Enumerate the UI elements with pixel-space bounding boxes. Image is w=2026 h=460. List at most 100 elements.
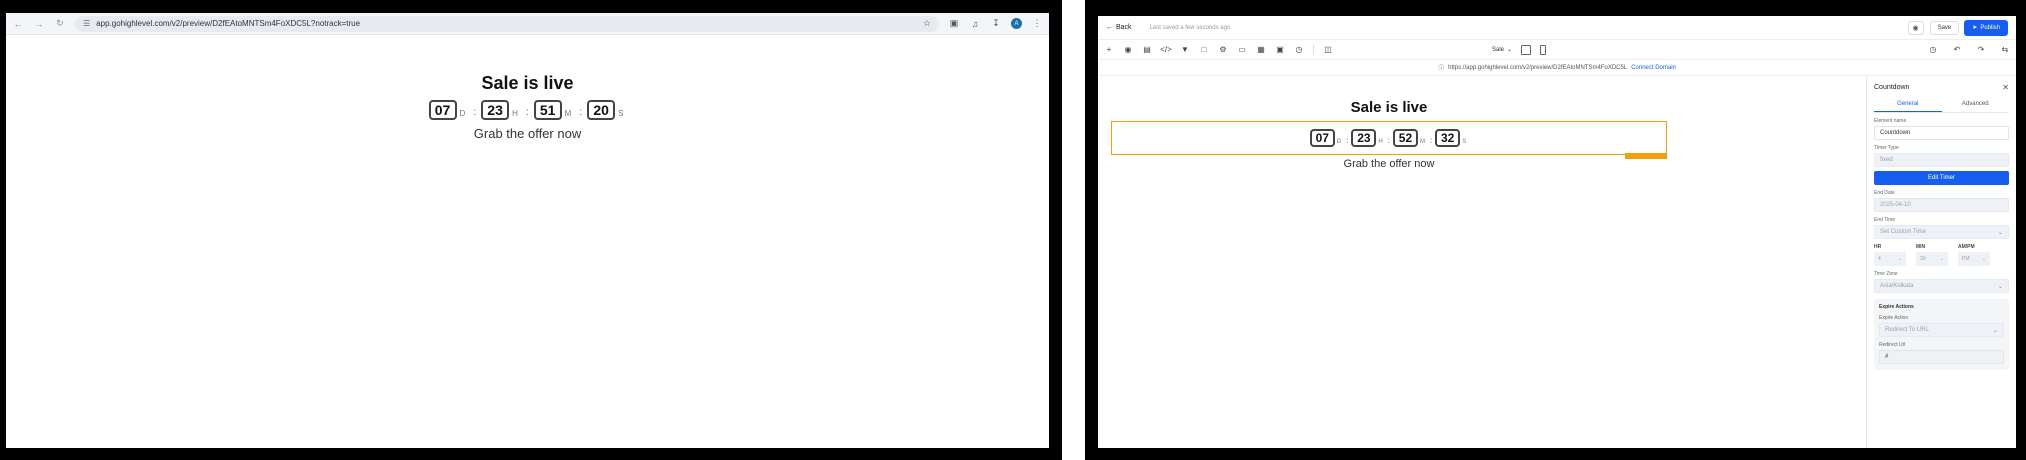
history-icon[interactable]: ◷	[1294, 45, 1304, 55]
countdown-timer: 07 D : 23 H : 51 M : 20 S	[6, 100, 1049, 120]
settings-icon[interactable]: ⚙	[1218, 45, 1228, 55]
expire-actions-section: Expire Actions Expire Action Redirect To…	[1874, 299, 2009, 370]
timer-days: 07	[1309, 129, 1335, 147]
expire-action-label: Expire Action	[1879, 315, 1909, 321]
ampm-value: PM	[1962, 256, 1970, 262]
back-arrow-icon[interactable]: ←	[12, 18, 24, 30]
end-date-field[interactable]: 2025-04-10	[1874, 198, 2009, 212]
bookmark-star-icon[interactable]: ☆	[923, 18, 931, 29]
panel-title: Countdown	[1874, 83, 1910, 91]
timer-type-select[interactable]: fixed	[1874, 153, 2009, 167]
chevron-down-icon: ⌄	[1997, 283, 2003, 290]
download-icon[interactable]: ↧	[990, 18, 1002, 30]
time-zone-label: Time Zone	[1874, 271, 1898, 277]
time-fields-row: HR 4 ⌄ MIN 30 ⌄ AM/PM PM ⌄	[1874, 244, 2009, 266]
profile-avatar-icon[interactable]: A	[1011, 18, 1022, 29]
chevron-down-icon: ⌄	[1992, 327, 1998, 334]
hour-select[interactable]: 4 ⌄	[1874, 252, 1906, 266]
timer-minutes-unit: M	[564, 109, 572, 118]
timer-type-label: Timer Type	[1874, 145, 1899, 151]
tab-general[interactable]: General	[1874, 97, 1942, 112]
canvas-subheadline[interactable]: Grab the offer now	[1098, 158, 1680, 170]
edit-timer-button[interactable]: Edit Timer	[1874, 171, 2009, 185]
timer-separator: :	[1387, 136, 1390, 145]
survey-icon[interactable]: ▦	[1256, 45, 1266, 55]
timer-separator: :	[579, 107, 583, 118]
back-arrow-icon: ←	[1106, 24, 1113, 31]
element-name-field[interactable]: Countdown	[1874, 126, 2009, 140]
form-icon[interactable]: ▭	[1237, 45, 1247, 55]
site-settings-icon[interactable]: ☰	[83, 19, 90, 28]
timer-minutes: 52	[1392, 129, 1418, 147]
back-button-label: Back	[1116, 24, 1132, 31]
forward-arrow-icon[interactable]: →	[33, 18, 45, 30]
filter-settings-icon[interactable]: ⇆	[2000, 45, 2010, 55]
canvas-headline[interactable]: Sale is live	[1098, 99, 1680, 116]
desktop-view-icon[interactable]	[1521, 44, 1532, 55]
panel-header: Countdown ✕	[1874, 77, 2009, 97]
timer-separator: :	[1346, 136, 1349, 145]
page-url-bar: ⓘ https://app.gohighlevel.com/v2/preview…	[1098, 60, 2016, 76]
timer-seconds-unit: S	[1462, 139, 1467, 145]
undo-icon[interactable]: ↶	[1952, 45, 1962, 55]
add-element-icon[interactable]: +	[1104, 45, 1114, 55]
reload-icon[interactable]: ↻	[54, 18, 66, 30]
close-icon[interactable]: ✕	[2002, 83, 2009, 92]
element-name-value: Countdown	[1880, 130, 1911, 136]
page-title: Sale is live	[481, 73, 574, 93]
address-bar[interactable]: ☰ app.gohighlevel.com/v2/preview/D2fEAto…	[75, 15, 939, 32]
sections-icon[interactable]: ◫	[1323, 45, 1333, 55]
hour-value: 4	[1878, 256, 1881, 262]
timer-days-unit: D	[1336, 139, 1342, 145]
media-icon[interactable]: ▣	[1275, 45, 1285, 55]
timer-seconds: 20	[587, 100, 616, 120]
redo-icon[interactable]: ↷	[1976, 45, 1986, 55]
chevron-down-icon: ⌄	[1897, 256, 1902, 262]
redirect-url-label: Redirect Url	[1879, 342, 1906, 348]
publish-icon: ➤	[1972, 25, 1978, 31]
timer-hours: 23	[1351, 129, 1377, 147]
ampm-field-group: AM/PM PM ⌄	[1958, 244, 1990, 266]
selected-countdown-element[interactable]: 07 D : 23 H : 52 M : 32 S	[1111, 121, 1667, 159]
back-button[interactable]: ← Back	[1106, 24, 1132, 31]
end-time-select[interactable]: Set Custom Time ⌄	[1874, 225, 2009, 239]
preview-eye-icon[interactable]: ◉	[1907, 20, 1924, 35]
ampm-select[interactable]: PM ⌄	[1958, 252, 1990, 266]
minute-field-group: MIN 30 ⌄	[1916, 244, 1948, 266]
connect-domain-link[interactable]: Connect Domain	[1631, 65, 1676, 71]
browser-toolbar: ← → ↻ ☰ app.gohighlevel.com/v2/preview/D…	[6, 13, 1049, 35]
code-icon[interactable]: </>	[1160, 45, 1172, 55]
redirect-url-field[interactable]: #	[1879, 350, 2004, 364]
info-icon: ⓘ	[1438, 66, 1445, 72]
mobile-view-icon[interactable]	[1540, 44, 1547, 55]
page-url[interactable]: https://app.gohighlevel.com/v2/preview/D…	[1448, 65, 1627, 71]
pages-icon[interactable]: ▤	[1142, 45, 1152, 55]
end-date-value: 2025-04-10	[1880, 202, 1911, 208]
publish-button[interactable]: ➤ Publish	[1964, 19, 2008, 36]
page-select[interactable]: Sale ⌄	[1492, 46, 1513, 54]
page-select-value: Sale	[1492, 46, 1505, 53]
media-controls-icon[interactable]: ♫	[969, 18, 981, 30]
time-zone-value: Asia/Kolkata	[1880, 283, 1914, 289]
chevron-down-icon: ⌄	[1507, 47, 1513, 53]
expire-action-select[interactable]: Redirect To URL ⌄	[1879, 323, 2004, 337]
minute-select[interactable]: 30 ⌄	[1916, 252, 1948, 266]
element-name-label: Element name	[1874, 118, 1907, 124]
theme-icon[interactable]: ▼	[1180, 45, 1190, 55]
preview-screen: ← → ↻ ☰ app.gohighlevel.com/v2/preview/D…	[0, 0, 1062, 460]
address-bar-url: app.gohighlevel.com/v2/preview/D2fEAtoMN…	[96, 19, 361, 28]
text-icon[interactable]: □	[1199, 45, 1209, 55]
more-menu-icon[interactable]: ⋮	[1031, 18, 1043, 30]
timer-minutes-unit: M	[1419, 139, 1425, 145]
builder-window: ← Back Last saved a few seconds ago ◉ Sa…	[1098, 16, 2016, 448]
clock-icon[interactable]: ◷	[1928, 45, 1938, 55]
timer-minutes: 51	[533, 100, 562, 120]
time-zone-select[interactable]: Asia/Kolkata ⌄	[1874, 279, 2009, 293]
layers-icon[interactable]: ◉	[1123, 45, 1133, 55]
timer-seconds: 32	[1435, 129, 1461, 147]
save-button[interactable]: Save	[1929, 20, 1960, 35]
tab-advanced[interactable]: Advanced	[1942, 97, 2010, 112]
extensions-icon[interactable]: ▣	[948, 18, 960, 30]
ampm-label: AM/PM	[1958, 244, 1975, 250]
builder-screen: ← Back Last saved a few seconds ago ◉ Sa…	[1085, 0, 2026, 460]
